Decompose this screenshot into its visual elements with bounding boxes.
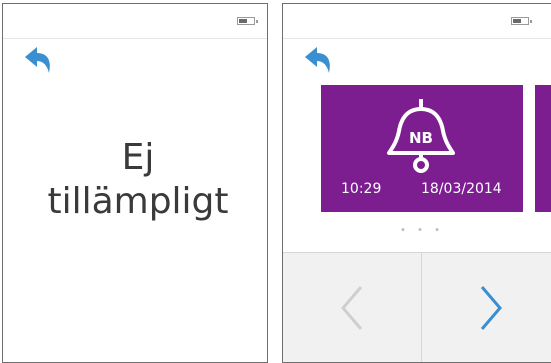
- left-screen: Ej tillämpligt: [2, 3, 268, 363]
- alarm-time: 10:29: [341, 181, 382, 197]
- status-bar: [3, 4, 267, 39]
- right-screen: NB 10:29 18/03/2014 • • •: [282, 3, 551, 363]
- status-bar: [283, 4, 551, 39]
- page-indicator: • • •: [399, 225, 445, 236]
- previous-button[interactable]: [283, 253, 421, 362]
- bell-badge: NB: [409, 129, 433, 147]
- alarm-date: 18/03/2014: [421, 181, 502, 197]
- next-button[interactable]: [422, 253, 551, 362]
- not-applicable-message: Ej tillämpligt: [47, 137, 229, 222]
- next-card-peek[interactable]: [535, 85, 551, 212]
- battery-icon: [237, 17, 258, 25]
- chevron-right-icon: [480, 286, 502, 330]
- back-arrow-icon[interactable]: [21, 43, 55, 77]
- bell-icon: NB: [385, 97, 457, 173]
- chevron-left-icon: [341, 286, 363, 330]
- battery-icon: [511, 17, 532, 25]
- alarm-card[interactable]: NB 10:29 18/03/2014: [321, 85, 523, 212]
- back-arrow-icon[interactable]: [301, 43, 335, 77]
- navigation-bar: [283, 252, 551, 362]
